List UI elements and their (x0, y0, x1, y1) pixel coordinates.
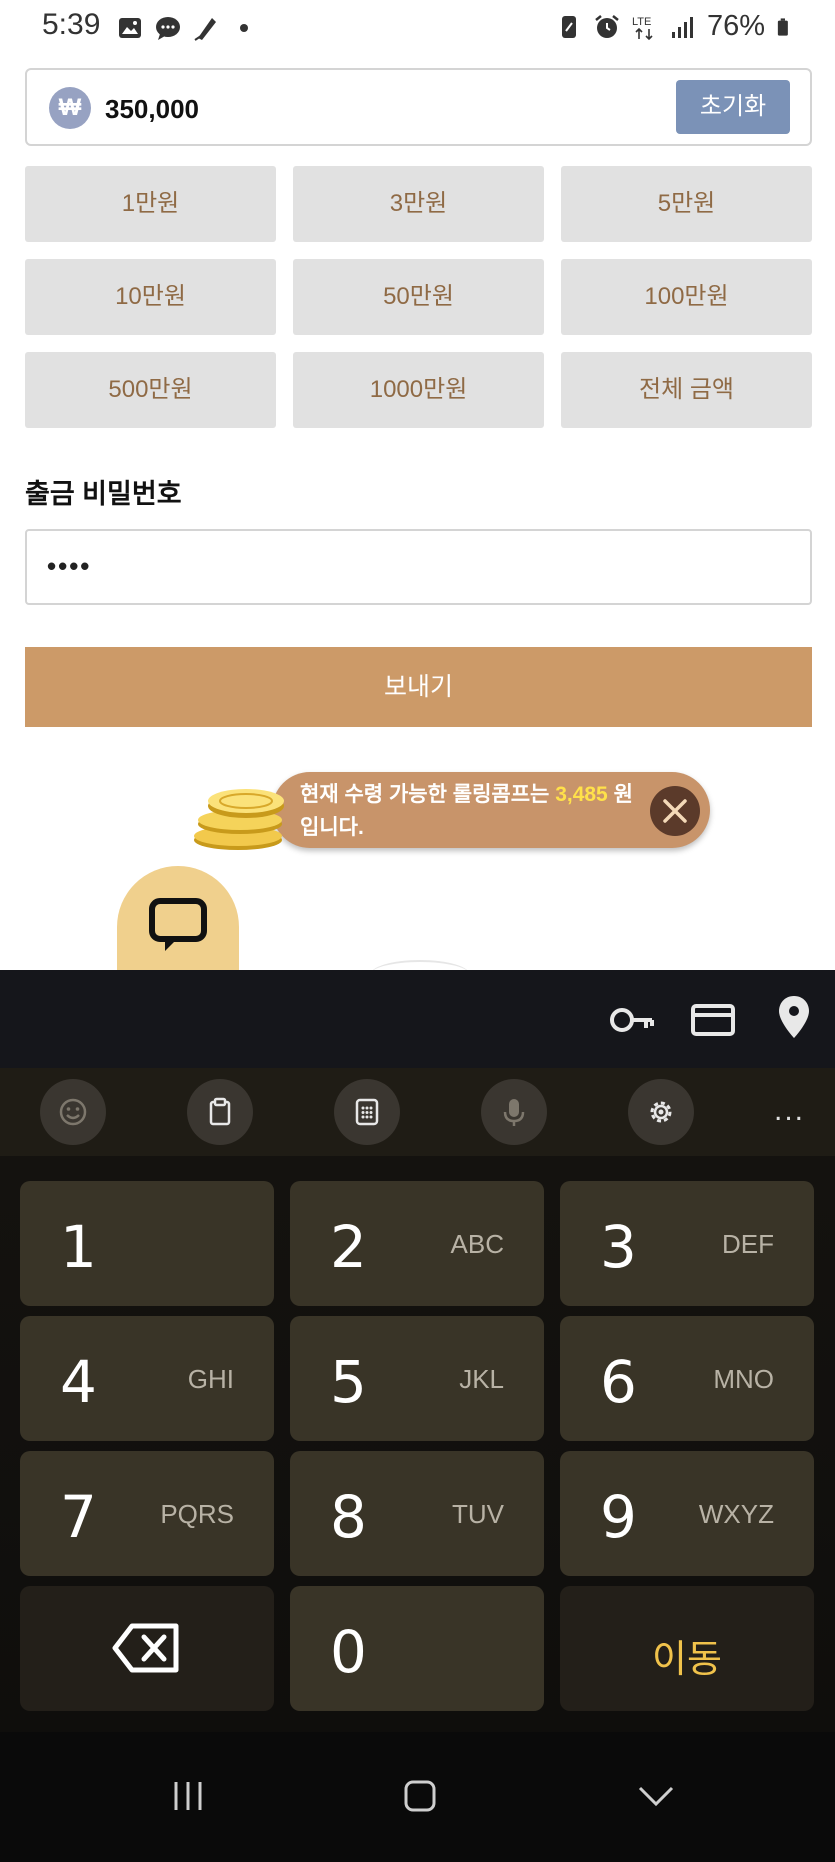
key-number: 1 (60, 1213, 97, 1281)
quick-amount-button[interactable]: 1000만원 (293, 352, 544, 428)
quick-amount-button[interactable]: 3만원 (293, 166, 544, 242)
battery-percent: 76% (706, 10, 765, 42)
key-1[interactable]: 1 (20, 1181, 274, 1306)
key-number: 9 (600, 1483, 637, 1551)
clipboard-icon (209, 1097, 231, 1126)
clipboard-button[interactable] (187, 1079, 253, 1145)
key-number: 0 (330, 1618, 367, 1686)
status-time: 5:39 (42, 8, 101, 41)
backspace-icon (112, 1623, 179, 1673)
key-letters: WXYZ (698, 1499, 774, 1529)
key-7[interactable]: 7 PQRS (20, 1451, 274, 1576)
key-9[interactable]: 9 WXYZ (560, 1451, 814, 1576)
key-6[interactable]: 6 MNO (560, 1316, 814, 1441)
battery-icon (777, 17, 788, 36)
key-number: 5 (330, 1348, 367, 1416)
key-letters: GHI (187, 1364, 234, 1394)
alarm-icon (595, 14, 619, 38)
go-key-label: 이동 (652, 1639, 722, 1681)
quick-amount-button[interactable]: 500만원 (25, 352, 276, 428)
key-4[interactable]: 4 GHI (20, 1316, 274, 1441)
key-letters: MNO (713, 1364, 774, 1394)
more-icon[interactable]: ... (774, 1094, 805, 1128)
notice-close-button[interactable] (650, 786, 700, 836)
amount-value: 350,000 (105, 94, 199, 124)
pen-icon (194, 18, 216, 41)
key-letters: JKL (459, 1364, 504, 1394)
key-3[interactable]: 3 DEF (560, 1181, 814, 1306)
keyboard-toolbar: ... (0, 1068, 835, 1156)
svg-text:LTE: LTE (632, 16, 651, 28)
full-amount-button[interactable]: 전체 금액 (561, 352, 812, 428)
key-5[interactable]: 5 JKL (290, 1316, 544, 1441)
key-number: 4 (60, 1348, 97, 1416)
chat-icon (149, 898, 207, 951)
card-icon[interactable] (690, 1000, 736, 1040)
key-letters: PQRS (160, 1499, 234, 1529)
status-left-icons (116, 14, 258, 42)
password-field[interactable]: •••• (25, 529, 812, 605)
quick-amount-grid: 1만원 3만원 5만원 10만원 50만원 100만원 500만원 1000만원… (25, 166, 812, 428)
chat-button[interactable] (117, 866, 239, 976)
status-bar: 5:39 LTE 76% (0, 0, 835, 54)
keypad-icon (355, 1098, 379, 1126)
settings-button[interactable] (628, 1079, 694, 1145)
key-number: 8 (330, 1483, 367, 1551)
mic-button[interactable] (481, 1079, 547, 1145)
coins-icon (194, 789, 284, 850)
amount-input[interactable]: ₩ 350,000 초기화 (25, 68, 812, 146)
dot-icon (240, 24, 248, 32)
key-number: 3 (600, 1213, 637, 1281)
key-number: 6 (600, 1348, 637, 1416)
go-key[interactable]: 이동 (560, 1586, 814, 1711)
system-nav-bar (0, 1732, 835, 1862)
key-number: 2 (330, 1213, 367, 1281)
quick-amount-button[interactable]: 100만원 (561, 259, 812, 335)
recent-apps-icon[interactable] (170, 1778, 206, 1814)
key-8[interactable]: 8 TUV (290, 1451, 544, 1576)
comp-notice: 현재 수령 가능한 롤링콤프는 3,485 원 입니다. (272, 772, 710, 848)
key-letters: TUV (452, 1499, 504, 1529)
lte-icon: LTE (632, 16, 653, 40)
emoji-icon (59, 1098, 87, 1126)
signal-icon (671, 16, 693, 38)
quick-amount-button[interactable]: 1만원 (25, 166, 276, 242)
close-icon (663, 799, 687, 823)
location-icon[interactable] (776, 994, 812, 1040)
home-icon[interactable] (402, 1778, 438, 1814)
key-0[interactable]: 0 (290, 1586, 544, 1711)
send-button[interactable]: 보내기 (25, 647, 812, 727)
notice-amount: 3,485 (555, 783, 608, 806)
key-icon[interactable] (608, 1000, 656, 1040)
quick-amount-button[interactable]: 5만원 (561, 166, 812, 242)
key-number: 7 (60, 1483, 97, 1551)
notice-text: 현재 수령 가능한 롤링콤프는 3,485 원 입니다. (300, 778, 640, 844)
emoji-button[interactable] (40, 1079, 106, 1145)
numeric-keypad: 1 2 ABC 3 DEF 4 GHI 5 JKL 6 MNO 7 PQRS 8 TUV 9 W… (0, 1156, 835, 1732)
password-value: •••• (47, 551, 92, 581)
quick-amount-button[interactable]: 10만원 (25, 259, 276, 335)
hide-keyboard-icon[interactable] (636, 1778, 676, 1814)
reset-button[interactable]: 초기화 (676, 80, 790, 134)
key-2[interactable]: 2 ABC (290, 1181, 544, 1306)
status-right: LTE 76% (555, 10, 795, 43)
quick-amount-button[interactable]: 50만원 (293, 259, 544, 335)
message-icon (156, 17, 180, 40)
settings-icon (650, 1101, 672, 1123)
backspace-key[interactable] (20, 1586, 274, 1711)
gallery-icon (119, 18, 141, 38)
mic-icon (503, 1099, 525, 1126)
keypad-button[interactable] (334, 1079, 400, 1145)
won-icon: ₩ (49, 87, 91, 129)
nfc-icon (561, 15, 576, 38)
key-letters: ABC (450, 1229, 504, 1259)
password-label: 출금 비밀번호 (25, 479, 182, 509)
key-letters: DEF (722, 1229, 774, 1259)
keyboard-suggestion-bar (0, 970, 835, 1068)
notice-text-before: 현재 수령 가능한 롤링콤프는 (300, 783, 556, 806)
